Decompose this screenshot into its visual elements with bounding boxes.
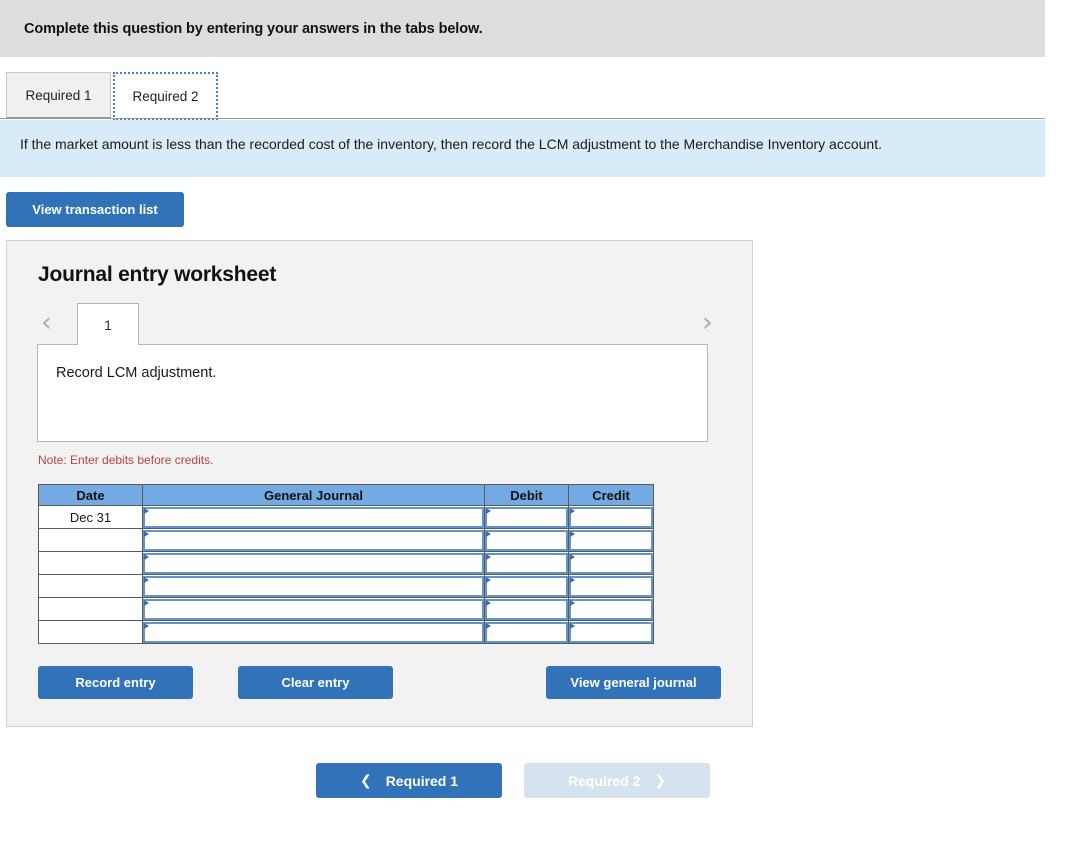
cell-date bbox=[38, 551, 143, 575]
cell-credit-input[interactable] bbox=[569, 575, 653, 597]
debits-before-credits-note: Note: Enter debits before credits. bbox=[38, 453, 214, 467]
nav-required-1-button[interactable]: ❮ Required 1 bbox=[316, 763, 502, 798]
cell-general-journal bbox=[142, 528, 485, 552]
chevron-right-icon[interactable]: › bbox=[702, 309, 713, 336]
cell-credit bbox=[568, 597, 654, 621]
cell-general-journal-input[interactable] bbox=[143, 552, 484, 574]
tab-baseline-divider bbox=[0, 118, 1045, 119]
column-header-general-journal: General Journal bbox=[142, 484, 485, 506]
view-transaction-list-button[interactable]: View transaction list bbox=[6, 192, 184, 227]
cell-credit bbox=[568, 574, 654, 598]
cell-credit bbox=[568, 505, 654, 529]
nav-required-1-label: Required 1 bbox=[385, 772, 459, 789]
cell-general-journal-input[interactable] bbox=[143, 529, 484, 551]
chevron-left-icon: ❮ bbox=[359, 772, 372, 789]
column-header-debit: Debit bbox=[484, 484, 569, 506]
info-banner-text: If the market amount is less than the re… bbox=[20, 136, 882, 152]
tab-required-1[interactable]: Required 1 bbox=[6, 72, 111, 118]
cell-debit bbox=[484, 597, 569, 621]
cell-credit bbox=[568, 551, 654, 575]
cell-general-journal bbox=[142, 574, 485, 598]
nav-required-2-button[interactable]: Required 2 ❯ bbox=[524, 763, 710, 798]
cell-date: Dec 31 bbox=[38, 505, 143, 529]
cell-credit-input[interactable] bbox=[569, 598, 653, 620]
cell-debit-input[interactable] bbox=[485, 506, 568, 528]
view-general-journal-button[interactable]: View general journal bbox=[546, 666, 721, 699]
cell-credit-input[interactable] bbox=[569, 506, 653, 528]
cell-date bbox=[38, 620, 143, 644]
instruction-text: Complete this question by entering your … bbox=[24, 20, 483, 37]
cell-debit bbox=[484, 528, 569, 552]
cell-debit-input[interactable] bbox=[485, 529, 568, 551]
table-header-row: Date General Journal Debit Credit bbox=[38, 484, 654, 506]
info-banner: If the market amount is less than the re… bbox=[0, 120, 1045, 177]
table-row bbox=[38, 620, 654, 644]
cell-debit bbox=[484, 551, 569, 575]
cell-debit-input[interactable] bbox=[485, 598, 568, 620]
table-row bbox=[38, 597, 654, 621]
worksheet-title: Journal entry worksheet bbox=[38, 263, 277, 286]
cell-debit bbox=[484, 505, 569, 529]
cell-debit-input[interactable] bbox=[485, 621, 568, 643]
clear-entry-button[interactable]: Clear entry bbox=[238, 666, 393, 699]
tab-required-2[interactable]: Required 2 bbox=[113, 72, 218, 120]
chevron-right-icon: ❯ bbox=[654, 772, 667, 789]
table-row bbox=[38, 574, 654, 598]
cell-general-journal bbox=[142, 597, 485, 621]
cell-general-journal-input[interactable] bbox=[143, 506, 484, 528]
cell-credit-input[interactable] bbox=[569, 552, 653, 574]
cell-general-journal-input[interactable] bbox=[143, 575, 484, 597]
cell-debit bbox=[484, 620, 569, 644]
tab-strip: Required 1 Required 2 bbox=[0, 57, 1045, 120]
cell-credit bbox=[568, 620, 654, 644]
cell-date bbox=[38, 574, 143, 598]
record-entry-button[interactable]: Record entry bbox=[38, 666, 193, 699]
cell-credit bbox=[568, 528, 654, 552]
cell-debit-input[interactable] bbox=[485, 575, 568, 597]
tab-required-1-label: Required 1 bbox=[25, 87, 92, 103]
cell-general-journal bbox=[142, 551, 485, 575]
cell-date bbox=[38, 597, 143, 621]
journal-entry-table: Date General Journal Debit Credit Dec 31 bbox=[38, 484, 654, 644]
column-header-credit: Credit bbox=[568, 484, 654, 506]
entry-tab-1-label: 1 bbox=[104, 316, 112, 333]
table-row bbox=[38, 551, 654, 575]
cell-general-journal bbox=[142, 505, 485, 529]
cell-date bbox=[38, 528, 143, 552]
chevron-left-icon[interactable]: ‹ bbox=[41, 309, 52, 336]
entry-description-box: Record LCM adjustment. bbox=[37, 344, 708, 442]
column-header-date: Date bbox=[38, 484, 143, 506]
table-row: Dec 31 bbox=[38, 505, 654, 529]
nav-required-2-label: Required 2 bbox=[567, 772, 641, 789]
cell-credit-input[interactable] bbox=[569, 621, 653, 643]
instruction-bar: Complete this question by entering your … bbox=[0, 0, 1045, 57]
journal-table-body: Dec 31 bbox=[38, 505, 654, 644]
entry-description-text: Record LCM adjustment. bbox=[56, 365, 217, 381]
cell-general-journal bbox=[142, 620, 485, 644]
tab-required-2-label: Required 2 bbox=[132, 88, 199, 104]
journal-entry-worksheet-panel: Journal entry worksheet ‹ › 1 Record LCM… bbox=[6, 240, 753, 727]
cell-debit-input[interactable] bbox=[485, 552, 568, 574]
entry-tab-1[interactable]: 1 bbox=[77, 303, 139, 345]
cell-general-journal-input[interactable] bbox=[143, 621, 484, 643]
cell-credit-input[interactable] bbox=[569, 529, 653, 551]
cell-debit bbox=[484, 574, 569, 598]
cell-general-journal-input[interactable] bbox=[143, 598, 484, 620]
table-row bbox=[38, 528, 654, 552]
